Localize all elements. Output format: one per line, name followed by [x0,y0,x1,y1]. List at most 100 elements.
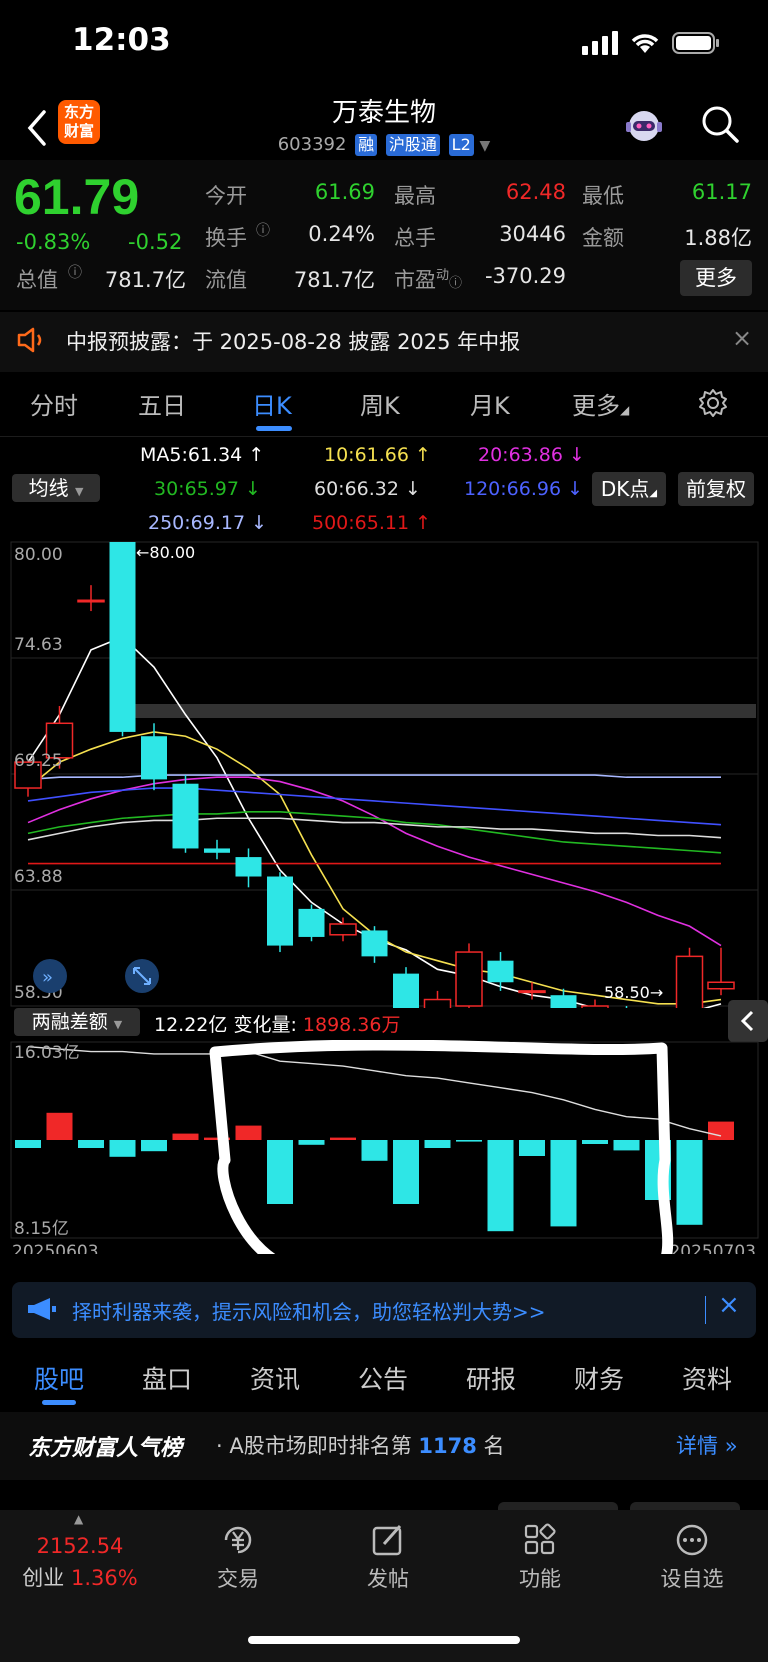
margin-selector[interactable]: 两融差额 ▼ [14,1008,140,1036]
tab-pankou[interactable]: 盘口 [142,1360,192,1396]
pe-label: 市盈动ⓘ [394,264,462,294]
candle-body [707,981,735,990]
tab-news[interactable]: 资讯 [250,1360,300,1396]
margin-bar [267,1140,293,1204]
ma20-line [27,776,722,947]
dk-label: DK点 [600,477,650,501]
high-marker-value: 80.00 [149,543,195,562]
function-button[interactable]: 功能 [500,1522,580,1593]
ma500-legend: 500:65.11 ↑ [312,512,432,534]
ma250-text: 250:69.17 [148,512,246,534]
ma60-legend: 60:66.32 ↓ [314,478,421,500]
high-value: 62.48 [505,180,566,204]
search-icon[interactable] [700,104,740,144]
robot-assistant-icon[interactable] [622,104,666,148]
candle-body [141,736,167,780]
mktcap-label: 总值 [16,268,58,292]
stock-code: 603392 [277,134,347,155]
margin-bar [109,1140,136,1157]
candle-body [550,995,577,1008]
ma-selector-label: 均线 [28,476,69,500]
candle-body [455,951,483,1007]
tab-weekly-k[interactable]: 周K [360,386,400,421]
collapse-panel-icon[interactable] [728,1000,768,1042]
chevron-down-icon: ▼ [74,485,84,498]
open-value: 61.69 [314,180,375,204]
trade-yen-icon [224,1526,252,1554]
price-band [120,704,756,718]
tab-more[interactable]: 更多◢ [572,386,629,421]
settings-gear-icon[interactable] [698,388,728,418]
caret-up-icon: ▲ [74,1512,84,1526]
dk-point-button[interactable]: DK点◢ [592,472,666,506]
margin-bar [46,1112,73,1140]
post-button[interactable]: 发帖 [348,1522,428,1593]
signal-icon [582,31,618,55]
caret-icon: ◢ [620,403,630,417]
float-label: 流值 [205,268,247,292]
candle-body [267,876,293,946]
candle-body [77,599,105,603]
home-indicator [248,1636,520,1644]
info-icon[interactable]: ⓘ [449,276,462,291]
post-label: 发帖 [367,1567,409,1591]
banner-text[interactable]: 择时利器来袭，提示风险和机会，助您轻松判大势>> [72,1296,546,1325]
tab-announcement[interactable]: 公告 [358,1360,408,1396]
adjust-button[interactable]: 前复权 [678,472,754,506]
megaphone-icon [28,1298,56,1320]
popularity-text: · A股市场即时排名第 1178 名 [216,1430,505,1460]
index-change: 1.36% [70,1566,138,1590]
chevron-down-icon: ▼ [479,138,491,154]
info-icon[interactable]: ⓘ [256,220,270,240]
start-date: 20250603 [12,1242,99,1254]
candle-body [581,1005,609,1008]
ma-selector[interactable]: 均线 ▼ [12,474,100,502]
function-label: 功能 [519,1567,561,1591]
tab-finance[interactable]: 财务 [574,1360,624,1396]
margin-chart[interactable]: 16.03亿 8.15亿 20250603 20250703 [0,1040,768,1254]
close-icon[interactable]: × [732,324,752,352]
tab-guba[interactable]: 股吧 [34,1360,84,1396]
low-label: 最低 [582,184,624,208]
margin-bar [550,1140,577,1227]
add-watchlist-button[interactable]: 设自选 [652,1522,732,1593]
tab-five-day[interactable]: 五日 [138,386,186,421]
margin-bottom-label: 8.15亿 [14,1219,69,1239]
amount-value: 1.88亿 [684,226,752,250]
margin-bars [15,1112,734,1232]
notice-text: 中报预披露：于 2025-08-28 披露 2025 年中报 [66,330,521,354]
turnover-value: 0.24% [308,222,375,246]
detail-link[interactable]: 详情 » [676,1430,738,1460]
edit-icon [372,1525,402,1556]
index-value: 2152.54 [36,1534,124,1558]
candle-body [204,848,230,853]
kline-chart[interactable]: 80.00 74.63 69.25 63.88 58.50 ←80.00 58.… [0,536,768,1008]
index-ticker[interactable]: 2152.54 创业 1.36% [20,1534,140,1592]
y-label: 63.88 [14,867,63,887]
tab-research[interactable]: 研报 [466,1360,516,1396]
low-value: 61.17 [691,180,752,204]
more-button[interactable]: 更多 [680,260,752,296]
info-icon[interactable]: ⓘ [68,262,82,282]
tab-minute[interactable]: 分时 [30,386,78,421]
margin-bar [582,1140,608,1144]
candle-body [675,955,704,1008]
battery-icon [672,32,719,54]
margin-bar [235,1125,262,1140]
high-label: 最高 [394,184,436,208]
trade-button[interactable]: 交易 [198,1522,278,1593]
tab-daily-k[interactable]: 日K [252,386,292,421]
trade-label: 交易 [217,1567,259,1591]
tab-profile[interactable]: 资料 [682,1360,732,1396]
ma10-legend: 10:61.66 ↑ [324,444,431,466]
margin-change-label: 变化量: [233,1014,297,1036]
tab-monthly-k[interactable]: 月K [470,386,510,421]
ma10-text: 10:61.66 [324,444,409,466]
margin-bar [456,1140,482,1142]
more-dots-icon [676,1524,708,1556]
y-label: 74.63 [14,635,63,655]
popularity-rank: 1178 [418,1434,477,1458]
candle-body [172,783,199,849]
scroll-tab [498,1502,618,1510]
close-icon[interactable]: × [718,1290,740,1320]
